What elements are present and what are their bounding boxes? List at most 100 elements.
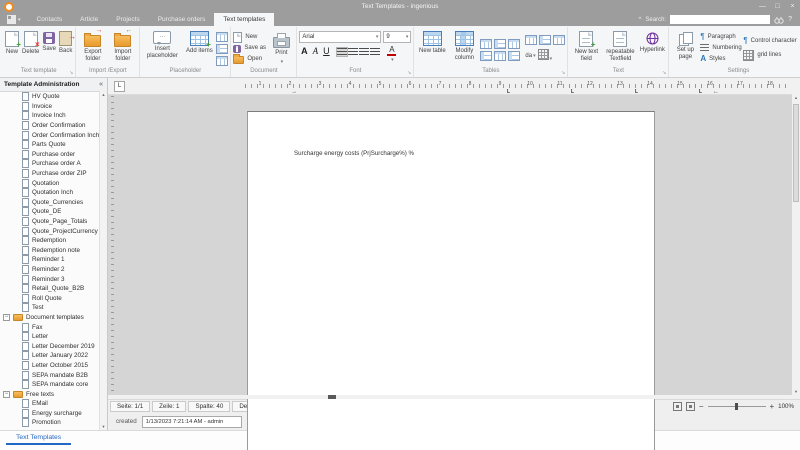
tree-item[interactable]: Reminder 2 [0, 264, 107, 275]
tree-item[interactable]: Test [0, 303, 107, 313]
fit-page-icon[interactable] [672, 402, 682, 412]
control-character-button[interactable]: ¶ Control character [743, 36, 800, 47]
zoom-in-button[interactable]: + [770, 402, 775, 411]
align-right-button[interactable] [359, 48, 370, 56]
align-left-button[interactable] [336, 47, 349, 57]
tab-stop-icon[interactable]: L [571, 90, 574, 95]
add-items-button[interactable]: Add items [183, 28, 215, 68]
table-tool-icon[interactable] [494, 51, 507, 61]
expander-icon[interactable] [3, 313, 10, 321]
insert-placeholder-button[interactable]: Insert placeholder [142, 28, 182, 68]
tree-item[interactable]: Reminder 1 [0, 255, 107, 265]
tree-item[interactable]: Quote_Currencies [0, 197, 107, 208]
horizontal-scrollbar[interactable] [108, 395, 800, 400]
placeholder-extra-icon[interactable] [216, 32, 229, 42]
tree-item[interactable]: Letter January 2022 [0, 351, 107, 361]
tree-item[interactable]: Purchase order [0, 149, 107, 160]
tree-item[interactable]: Order Confirmation [0, 121, 107, 131]
tree-item[interactable]: Roll Quote [0, 293, 107, 303]
import-folder-button[interactable]: Import folder [108, 28, 137, 68]
table-tool-icon[interactable] [553, 35, 566, 45]
tree-item[interactable]: Quotation Inch [0, 188, 107, 198]
table-tool-icon[interactable] [480, 51, 493, 61]
menu-tab[interactable]: Projects [107, 13, 148, 26]
vertical-scrollbar[interactable]: ▲ ▼ [791, 94, 800, 396]
app-menu-button[interactable] [0, 13, 28, 26]
placeholder-extra-icon[interactable] [216, 56, 229, 66]
tab-stop-icon[interactable]: L [635, 90, 638, 95]
bold-button[interactable]: A [299, 46, 309, 57]
borders-dropdown[interactable] [537, 47, 553, 65]
scrollbar-thumb[interactable] [328, 395, 336, 400]
tree-item[interactable]: Document templates [0, 313, 107, 323]
tree-item[interactable]: SEPA mandate core [0, 380, 107, 390]
menu-tab[interactable]: Text templates [214, 13, 275, 26]
tree-item[interactable]: EMail [0, 399, 107, 409]
table-tool-icon[interactable] [539, 35, 552, 45]
scroll-down-icon[interactable]: ▼ [792, 389, 800, 394]
tree-item[interactable]: Quote_ProjectCurrency [0, 226, 107, 236]
print-button[interactable]: Print [268, 28, 294, 68]
scrollbar-thumb[interactable] [793, 104, 799, 202]
tree-item[interactable]: Invoice Inch [0, 111, 107, 121]
tree-item[interactable]: Purchase order A [0, 159, 107, 169]
document-open-button[interactable]: Open [233, 54, 267, 65]
back-button[interactable]: Back [58, 28, 76, 68]
paragraph-button[interactable]: ¶ Paragraph [700, 32, 742, 43]
hyperlink-button[interactable]: Hyperlink [638, 28, 666, 68]
align-justify-button[interactable] [370, 48, 381, 56]
grid-lines-button[interactable]: grid lines [743, 49, 800, 61]
table-tool-icon[interactable] [494, 39, 507, 49]
tree-item[interactable]: Redemption [0, 236, 107, 246]
zoom-slider-thumb[interactable] [734, 403, 738, 411]
tree-item[interactable]: Parts Quote [0, 140, 107, 150]
menu-tab[interactable]: Purchase orders [149, 13, 215, 26]
indent-marker-icon[interactable]: → [291, 89, 297, 95]
font-color-button[interactable]: A [387, 46, 397, 64]
new-template-button[interactable]: New [4, 28, 21, 68]
expander-icon[interactable] [3, 390, 10, 398]
document-new-button[interactable]: New [233, 31, 267, 43]
tree-item[interactable]: Purchase order ZIP [0, 169, 107, 179]
table-tool-icon[interactable] [480, 39, 493, 49]
tree-item[interactable]: Fax [0, 322, 107, 332]
search-input[interactable] [670, 15, 771, 24]
table-style-dropdown[interactable]: da [525, 53, 535, 59]
placeholder-extra-icon[interactable] [216, 44, 229, 54]
table-tool-icon[interactable] [508, 51, 521, 61]
scroll-down-icon[interactable]: ▼ [100, 424, 107, 429]
tree-item[interactable]: Retail_Quote_B2B [0, 284, 107, 294]
table-tool-icon[interactable] [525, 35, 538, 45]
table-tool-icon[interactable] [508, 39, 521, 49]
tree-item[interactable]: Invoice [0, 101, 107, 112]
scroll-up-icon[interactable]: ▲ [792, 95, 800, 100]
export-folder-button[interactable]: Export folder [78, 28, 107, 68]
find-binoculars-icon[interactable] [774, 16, 784, 24]
tree-item[interactable]: SEPA mandate B2B [0, 370, 107, 380]
tree-item[interactable]: HV Quote [0, 92, 107, 102]
italic-button[interactable]: A [310, 46, 320, 57]
menu-tab[interactable]: Contacts [28, 13, 72, 26]
collapse-ribbon-icon[interactable]: ^ [639, 17, 642, 23]
tree-item[interactable]: Letter [0, 332, 107, 342]
tree-item[interactable]: Letter December 2019 [0, 341, 107, 351]
fit-width-icon[interactable] [685, 402, 695, 412]
tab-selector[interactable]: L [114, 81, 125, 92]
tree-item[interactable]: Quote_Page_Totals [0, 217, 107, 227]
help-icon[interactable]: ? [788, 16, 792, 23]
scroll-up-icon[interactable]: ▲ [100, 92, 107, 97]
align-center-button[interactable] [348, 48, 359, 56]
tree-item[interactable]: Reminder 3 [0, 274, 107, 284]
new-table-button[interactable]: New table [416, 28, 448, 68]
repeatable-textfield-button[interactable]: repeatable Textfield [603, 28, 637, 68]
save-template-button[interactable]: Save [41, 28, 57, 68]
minimize-button[interactable]: — [755, 0, 770, 13]
set-up-page-button[interactable]: Set up page [671, 28, 699, 68]
tab-stop-icon[interactable]: L [507, 90, 510, 95]
tab-stop-icon[interactable]: L [699, 90, 702, 95]
document-text[interactable]: Surcharge energy costs (PrjSurcharge%) % [294, 150, 414, 157]
delete-template-button[interactable]: Delete [21, 28, 40, 68]
tree-item[interactable]: Promotion [0, 418, 107, 428]
document-save-as-button[interactable]: Save as [233, 43, 267, 54]
tree-item[interactable]: Redemption note [0, 245, 107, 256]
